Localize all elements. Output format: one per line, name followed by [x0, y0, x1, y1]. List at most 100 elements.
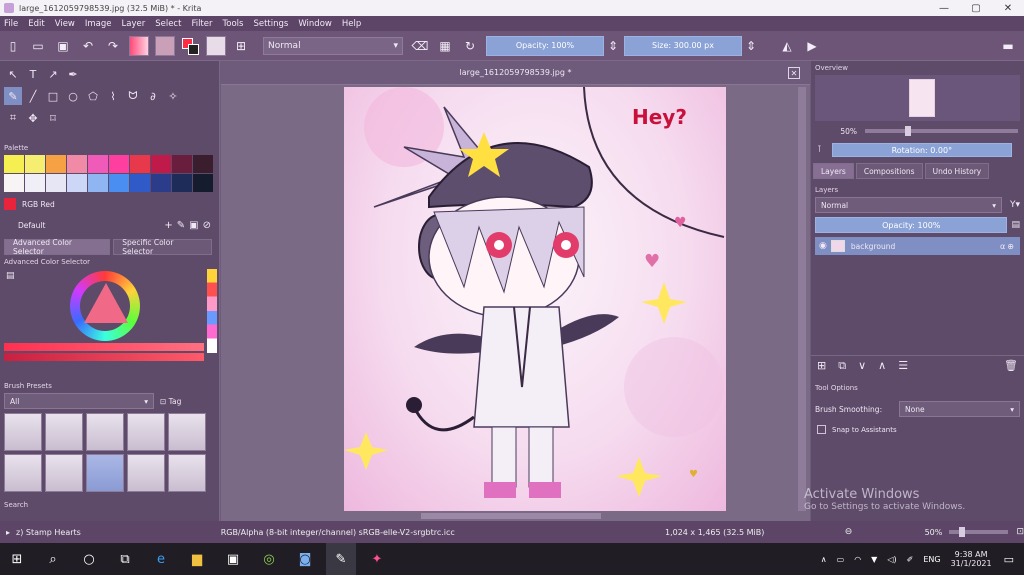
status-zoom-slider[interactable]	[948, 527, 1009, 537]
krita-taskbar-icon[interactable]: ✎	[326, 543, 356, 575]
notifications-icon[interactable]: ▭	[1004, 553, 1014, 566]
menu-settings[interactable]: Settings	[253, 19, 288, 29]
menu-image[interactable]: Image	[85, 19, 112, 29]
open-folder-icon[interactable]: ▭	[29, 37, 47, 55]
start-windows-icon[interactable]: ⊞	[2, 543, 32, 575]
rotate-canvas-icon[interactable]: ⊖	[845, 527, 925, 537]
maximize-button[interactable]: ▢	[960, 0, 992, 16]
workspace-switch-icon[interactable]: ▬	[999, 37, 1017, 55]
palette-swatch[interactable]	[25, 155, 45, 173]
clock[interactable]: 9:38 AM 31/1/2021	[951, 550, 992, 568]
app-icon-green[interactable]: ◎	[254, 543, 284, 575]
palette-swatch[interactable]	[151, 155, 171, 173]
palette-swatch[interactable]	[193, 174, 213, 192]
brush-preset-thumb[interactable]	[127, 413, 165, 451]
palette-swatch[interactable]	[193, 155, 213, 173]
brush-preset-thumb[interactable]	[45, 454, 83, 492]
brush-preset-icon[interactable]	[206, 35, 226, 56]
recent-colors-strip[interactable]	[207, 269, 217, 353]
selector-settings-icon[interactable]: ▤	[6, 271, 15, 281]
brush-preset-thumb-selected[interactable]	[86, 454, 124, 492]
advanced-color-selector[interactable]: ▤	[4, 269, 217, 369]
delete-layer-icon[interactable]: 🗑	[1004, 359, 1018, 372]
vertical-scrollbar[interactable]	[798, 87, 806, 511]
filter-layers-icon[interactable]: Y▾	[1010, 200, 1020, 210]
rotation-slider[interactable]: Rotation: 0.00°	[831, 143, 1012, 157]
add-layer-icon[interactable]: ⊞	[817, 359, 826, 372]
new-document-icon[interactable]: ▯	[4, 37, 22, 55]
line-tool-icon[interactable]: ╱	[24, 87, 42, 105]
hue-ring[interactable]	[70, 271, 140, 341]
palette-swatch[interactable]	[172, 155, 192, 173]
menu-window[interactable]: Window	[298, 19, 332, 29]
overview-thumbnail[interactable]	[909, 79, 935, 117]
polygon-tool-icon[interactable]: ⬠	[84, 87, 102, 105]
input-language[interactable]: ENG	[923, 555, 940, 564]
opacity-slider[interactable]: Opacity: 100%	[486, 35, 604, 56]
menu-edit[interactable]: Edit	[28, 19, 44, 29]
menu-layer[interactable]: Layer	[122, 19, 146, 29]
alpha-lock-icon[interactable]: ▦	[436, 37, 454, 55]
mirror-horizontal-icon[interactable]: ◭	[778, 37, 796, 55]
file-explorer-icon[interactable]: ▆	[182, 543, 212, 575]
palette-swatch[interactable]	[4, 174, 24, 192]
save-icon[interactable]: ▣	[54, 37, 72, 55]
palette-swatch[interactable]	[67, 174, 87, 192]
edge-browser-icon[interactable]: e	[146, 543, 176, 575]
close-window-button[interactable]: ✕	[992, 0, 1024, 16]
color-shade-bar-2[interactable]	[4, 353, 204, 361]
pattern-swatch[interactable]	[155, 35, 175, 56]
close-document-icon[interactable]: ✕	[788, 67, 800, 79]
menu-help[interactable]: Help	[342, 19, 361, 29]
palette-actions-icon[interactable]: +✎▣⊘	[164, 220, 215, 231]
palette-swatch[interactable]	[130, 155, 150, 173]
layer-blend-select[interactable]: Normal ▾	[815, 197, 1002, 213]
undo-icon[interactable]: ↶	[79, 37, 97, 55]
snap-assistants-checkbox[interactable]	[817, 425, 826, 434]
search-icon[interactable]: ⌕	[38, 543, 68, 575]
eraser-icon[interactable]: ⌫	[411, 37, 429, 55]
freehand-path-tool-icon[interactable]: ∂	[144, 87, 162, 105]
canvas-image[interactable]: ♥ ♥ ♥ Hey?	[344, 87, 726, 511]
brush-preset-thumb[interactable]	[168, 413, 206, 451]
layer-properties-icon[interactable]: ▤	[1011, 220, 1020, 230]
palette-swatch[interactable]	[46, 174, 66, 192]
polyline-tool-icon[interactable]: ⌇	[104, 87, 122, 105]
palette-swatch[interactable]	[151, 174, 171, 192]
fullscreen-icon[interactable]: ⊡	[1016, 527, 1024, 537]
palette-swatch[interactable]	[46, 155, 66, 173]
palette-swatch[interactable]	[25, 174, 45, 192]
bezier-tool-icon[interactable]: ᗢ	[124, 87, 142, 105]
layer-lock-icon[interactable]: α⊕	[1000, 242, 1016, 251]
current-brush-name[interactable]: z) Stamp Hearts	[16, 528, 221, 537]
text-tool-icon[interactable]: T	[24, 65, 42, 83]
tab-layers[interactable]: Layers	[813, 163, 854, 179]
palette-swatch[interactable]	[109, 155, 129, 173]
gradient-swatch[interactable]	[129, 35, 149, 56]
menu-view[interactable]: View	[55, 19, 75, 29]
calligraphy-tool-icon[interactable]: ✒	[64, 65, 82, 83]
overview-zoom-slider[interactable]	[865, 126, 1018, 136]
layer-properties-list-icon[interactable]: ☰	[898, 359, 908, 372]
dynamic-brush-tool-icon[interactable]: ✧	[164, 87, 182, 105]
mirror-vertical-icon[interactable]: ▶	[803, 37, 821, 55]
layer-opacity-slider[interactable]: Opacity: 100%	[815, 217, 1008, 233]
reload-preset-icon[interactable]: ↻	[461, 37, 479, 55]
opacity-spin-icon[interactable]: ⇕	[608, 37, 618, 55]
workspace-grid-icon[interactable]: ⊞	[232, 37, 250, 55]
brush-preset-thumb[interactable]	[86, 413, 124, 451]
layer-name[interactable]: background	[851, 242, 1000, 251]
current-color-swatch[interactable]	[4, 198, 16, 210]
menu-filter[interactable]: Filter	[191, 19, 212, 29]
palette-swatch[interactable]	[67, 155, 87, 173]
freehand-brush-tool-icon[interactable]: ✎	[4, 87, 22, 105]
status-zoom-value[interactable]: 50%	[925, 528, 949, 537]
store-icon[interactable]: ▣	[218, 543, 248, 575]
brush-preset-thumb[interactable]	[4, 413, 42, 451]
cortana-icon[interactable]: ○	[74, 543, 104, 575]
brush-preset-thumb[interactable]	[4, 454, 42, 492]
palette-swatch[interactable]	[172, 174, 192, 192]
brush-filter-select[interactable]: All ▾	[4, 393, 154, 409]
tab-compositions[interactable]: Compositions	[855, 163, 923, 179]
menu-file[interactable]: File	[4, 19, 18, 29]
